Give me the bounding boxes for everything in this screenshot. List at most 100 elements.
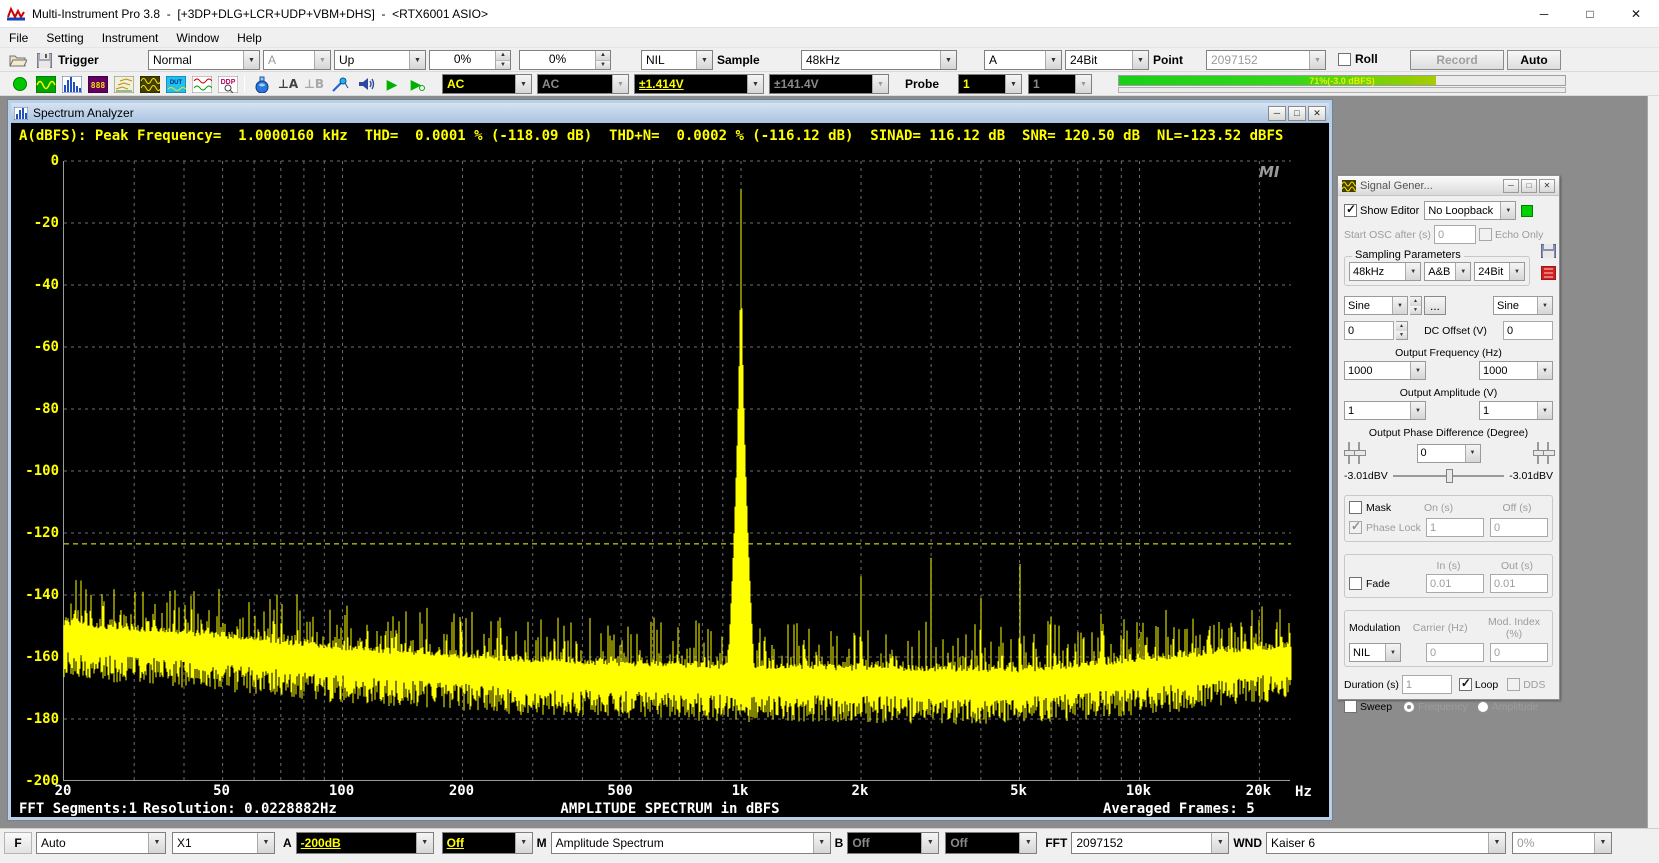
range-a-select[interactable]: ±1.414V▼ [634,74,764,94]
sweep-checkbox[interactable] [1344,700,1357,713]
spectrum-analyzer-icon[interactable] [60,74,84,94]
open-icon[interactable] [6,50,30,70]
loopback-select[interactable]: No Loopback▼ [1424,201,1516,220]
zoom-select[interactable]: X1▼ [172,832,275,854]
range-a-status-select[interactable]: -200dB▼ [296,832,434,854]
record-button[interactable]: Record [1410,50,1504,70]
point-count-select[interactable]: 2097152▼ [1206,50,1326,70]
trigger-edge-select[interactable]: Up▼ [334,50,426,70]
bit-depth-select[interactable]: 24Bit▼ [1065,50,1149,70]
phase-select[interactable]: 0▼ [1417,444,1481,463]
trigger-delay-stepper[interactable]: 0%▲▼ [519,50,611,70]
play-loop-icon[interactable]: ▶ [406,74,430,94]
dc-offset-b-input[interactable]: 0 [1503,321,1553,340]
trigger-mode-select[interactable]: Normal▼ [148,50,260,70]
panel-close-icon[interactable]: ✕ [1539,179,1555,193]
frequency-axis-select[interactable]: Auto▼ [36,832,166,854]
save-waveform-icon[interactable] [1541,244,1556,261]
device-test-plan-icon[interactable] [250,74,274,94]
amplitude-b-select[interactable]: 1▼ [1479,401,1553,420]
range-b-status-select[interactable]: Off▼ [847,832,939,854]
minimize-icon[interactable]: ─ [1521,0,1567,27]
menu-setting[interactable]: Setting [37,29,92,47]
data-point-processing-icon[interactable]: DDP [216,74,240,94]
persistence-b-select[interactable]: Off▼ [945,832,1037,854]
multimeter-icon[interactable]: 888 [86,74,110,94]
echo-only-checkbox[interactable] [1479,228,1492,241]
maximize-icon[interactable]: □ [1567,0,1613,27]
spectrum-window-titlebar[interactable]: Spectrum Analyzer ─ □ ✕ [11,103,1329,123]
dc-offset-stepper[interactable]: ▲▼ [1396,321,1408,340]
ground-a-icon[interactable]: ⊥A [276,74,300,94]
spectrum-3d-plot-icon[interactable] [112,74,136,94]
probe-calibration-icon[interactable] [328,74,352,94]
panel-minimize-icon[interactable]: ─ [1503,179,1519,193]
probe-a-select[interactable]: 1▼ [958,74,1022,94]
mode-select[interactable]: Amplitude Spectrum▼ [551,832,831,854]
gen-sample-rate-select[interactable]: 48kHz▼ [1349,262,1421,281]
sweep-frequency-radio[interactable] [1403,701,1415,713]
generator-status-led[interactable] [1521,205,1533,217]
menu-help[interactable]: Help [228,29,271,47]
save-icon[interactable] [32,50,56,70]
mask-checkbox[interactable] [1349,501,1362,514]
coupling-b-select[interactable]: AC▼ [537,74,629,94]
fade-out-input[interactable]: 0.01 [1490,574,1548,593]
waveform-a-stepper[interactable]: ▲▼ [1410,296,1422,315]
range-b-select[interactable]: ±141.4V▼ [769,74,889,94]
dds-checkbox[interactable] [1507,678,1520,691]
more-waveforms-button[interactable]: ... [1424,296,1446,315]
persistence-a-select[interactable]: Off▼ [442,832,533,854]
mod-index-input[interactable]: 0 [1490,643,1548,662]
child-close-icon[interactable]: ✕ [1308,106,1326,121]
derived-data-icon[interactable] [190,74,214,94]
sweep-amplitude-radio[interactable] [1477,701,1489,713]
window-function-select[interactable]: Kaiser 6▼ [1266,832,1506,854]
frequency-b-select[interactable]: 1000▼ [1479,361,1553,380]
carrier-input[interactable]: 0 [1426,643,1484,662]
roll-checkbox[interactable]: Roll [1338,52,1378,66]
close-icon[interactable]: ✕ [1613,0,1659,27]
sound-device-icon[interactable] [354,74,378,94]
level-slider-a2[interactable] [1354,441,1364,465]
modulation-select[interactable]: NIL▼ [1349,643,1401,662]
waveform-b-select[interactable]: Sine▼ [1493,296,1553,315]
loop-checkbox[interactable] [1459,678,1472,691]
oscilloscope-icon[interactable] [34,74,58,94]
auto-button[interactable]: Auto [1507,50,1561,70]
balance-slider[interactable] [1393,467,1504,485]
menu-file[interactable]: File [0,29,37,47]
waveform-a-select[interactable]: Sine▼ [1344,296,1408,315]
fft-size-select[interactable]: 2097152▼ [1071,832,1229,854]
trigger-level-stepper[interactable]: 0%▲▼ [429,50,511,70]
menu-window[interactable]: Window [167,29,228,47]
device-under-test-icon[interactable]: DUT [164,74,188,94]
ground-b-icon[interactable]: ⊥B [302,74,326,94]
mask-off-input[interactable]: 0 [1490,518,1548,537]
gen-bits-select[interactable]: 24Bit▼ [1474,262,1525,281]
frequency-a-select[interactable]: 1000▼ [1344,361,1426,380]
child-maximize-icon[interactable]: □ [1288,106,1306,121]
run-stop-button[interactable] [8,74,32,94]
phase-lock-checkbox[interactable] [1349,521,1362,534]
dc-offset-a-input[interactable]: 0 [1344,321,1394,340]
coupling-a-select[interactable]: AC▼ [442,74,532,94]
amplitude-a-select[interactable]: 1▼ [1344,401,1426,420]
trigger-nil-select[interactable]: NIL▼ [641,50,713,70]
sample-rate-select[interactable]: 48kHz▼ [801,50,957,70]
spectrum-plot[interactable] [63,161,1290,781]
show-editor-checkbox[interactable] [1344,204,1357,217]
duration-input[interactable]: 1 [1402,675,1452,694]
start-osc-input[interactable]: 0 [1434,225,1476,244]
gen-channels-select[interactable]: A&B▼ [1424,262,1471,281]
panel-maximize-icon[interactable]: □ [1521,179,1537,193]
fade-checkbox[interactable] [1349,577,1362,590]
child-minimize-icon[interactable]: ─ [1268,106,1286,121]
mask-on-input[interactable]: 1 [1426,518,1484,537]
library-icon[interactable] [1541,266,1556,283]
play-icon[interactable]: ▶ [380,74,404,94]
signal-generator-icon[interactable] [138,74,162,94]
level-slider-b1[interactable] [1533,441,1543,465]
level-slider-b2[interactable] [1543,441,1553,465]
trigger-source-select[interactable]: A▼ [263,50,331,70]
